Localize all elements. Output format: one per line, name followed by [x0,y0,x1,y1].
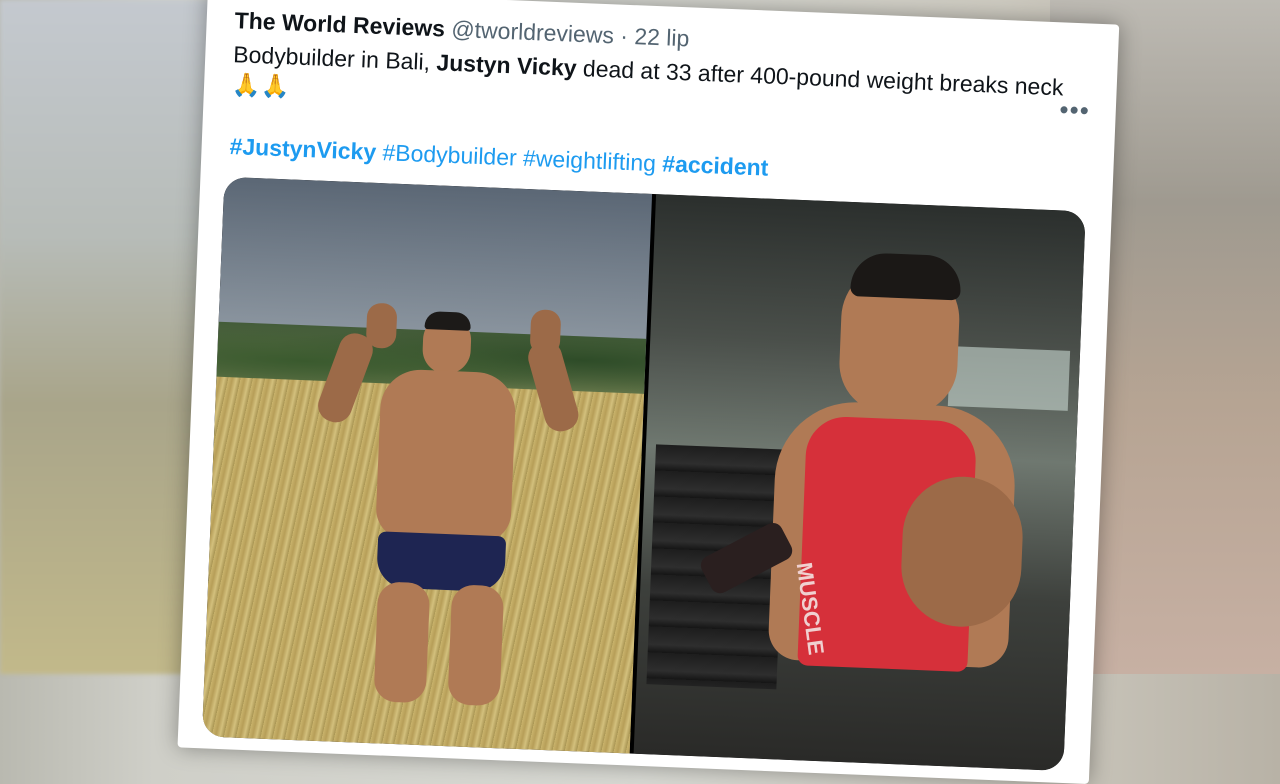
hashtags: #JustynVicky #Bodybuilder #weightlifting… [229,133,769,182]
tweet-text: Bodybuilder in Bali, Justyn Vicky dead a… [232,39,1074,134]
tweet-media[interactable]: MUSCLE [201,176,1086,771]
photo-bodybuilder-in-gym[interactable]: MUSCLE [633,194,1086,771]
tweet-text-part2: dead at 33 after 400-pound weight breaks… [576,54,1064,101]
left-leg-shape [373,581,431,704]
hashtag-justynvicky[interactable]: #JustynVicky [229,133,377,165]
hashtag-weightlifting[interactable]: #weightlifting [523,145,657,176]
separator-dot: · [619,22,629,49]
tweet-text-bold-name[interactable]: Justyn Vicky [436,49,577,81]
gym-hair-shape [850,252,962,301]
hashtag-bodybuilder[interactable]: #Bodybuilder [382,139,517,170]
author-handle[interactable]: @tworldreviews [451,16,615,49]
tweet-text-part1: Bodybuilder in Bali, [232,41,438,76]
folded-hands-emoji-icon: 🙏🙏 [231,72,290,101]
photo-bodybuilder-in-field[interactable] [201,176,653,754]
right-fist-shape [529,309,562,356]
gym-window-light [947,346,1071,411]
torso-shape [375,368,517,544]
right-leg-shape [447,584,505,707]
left-fist-shape [365,302,398,349]
tweet-card[interactable]: The World Reviews @tworldreviews · 22 li… [177,0,1120,784]
flexed-arm-shape [899,474,1025,630]
author-name[interactable]: The World Reviews [234,7,445,41]
hashtag-accident[interactable]: #accident [662,150,769,180]
tweet-date[interactable]: 22 lip [634,23,690,51]
hair-shape [424,310,472,331]
